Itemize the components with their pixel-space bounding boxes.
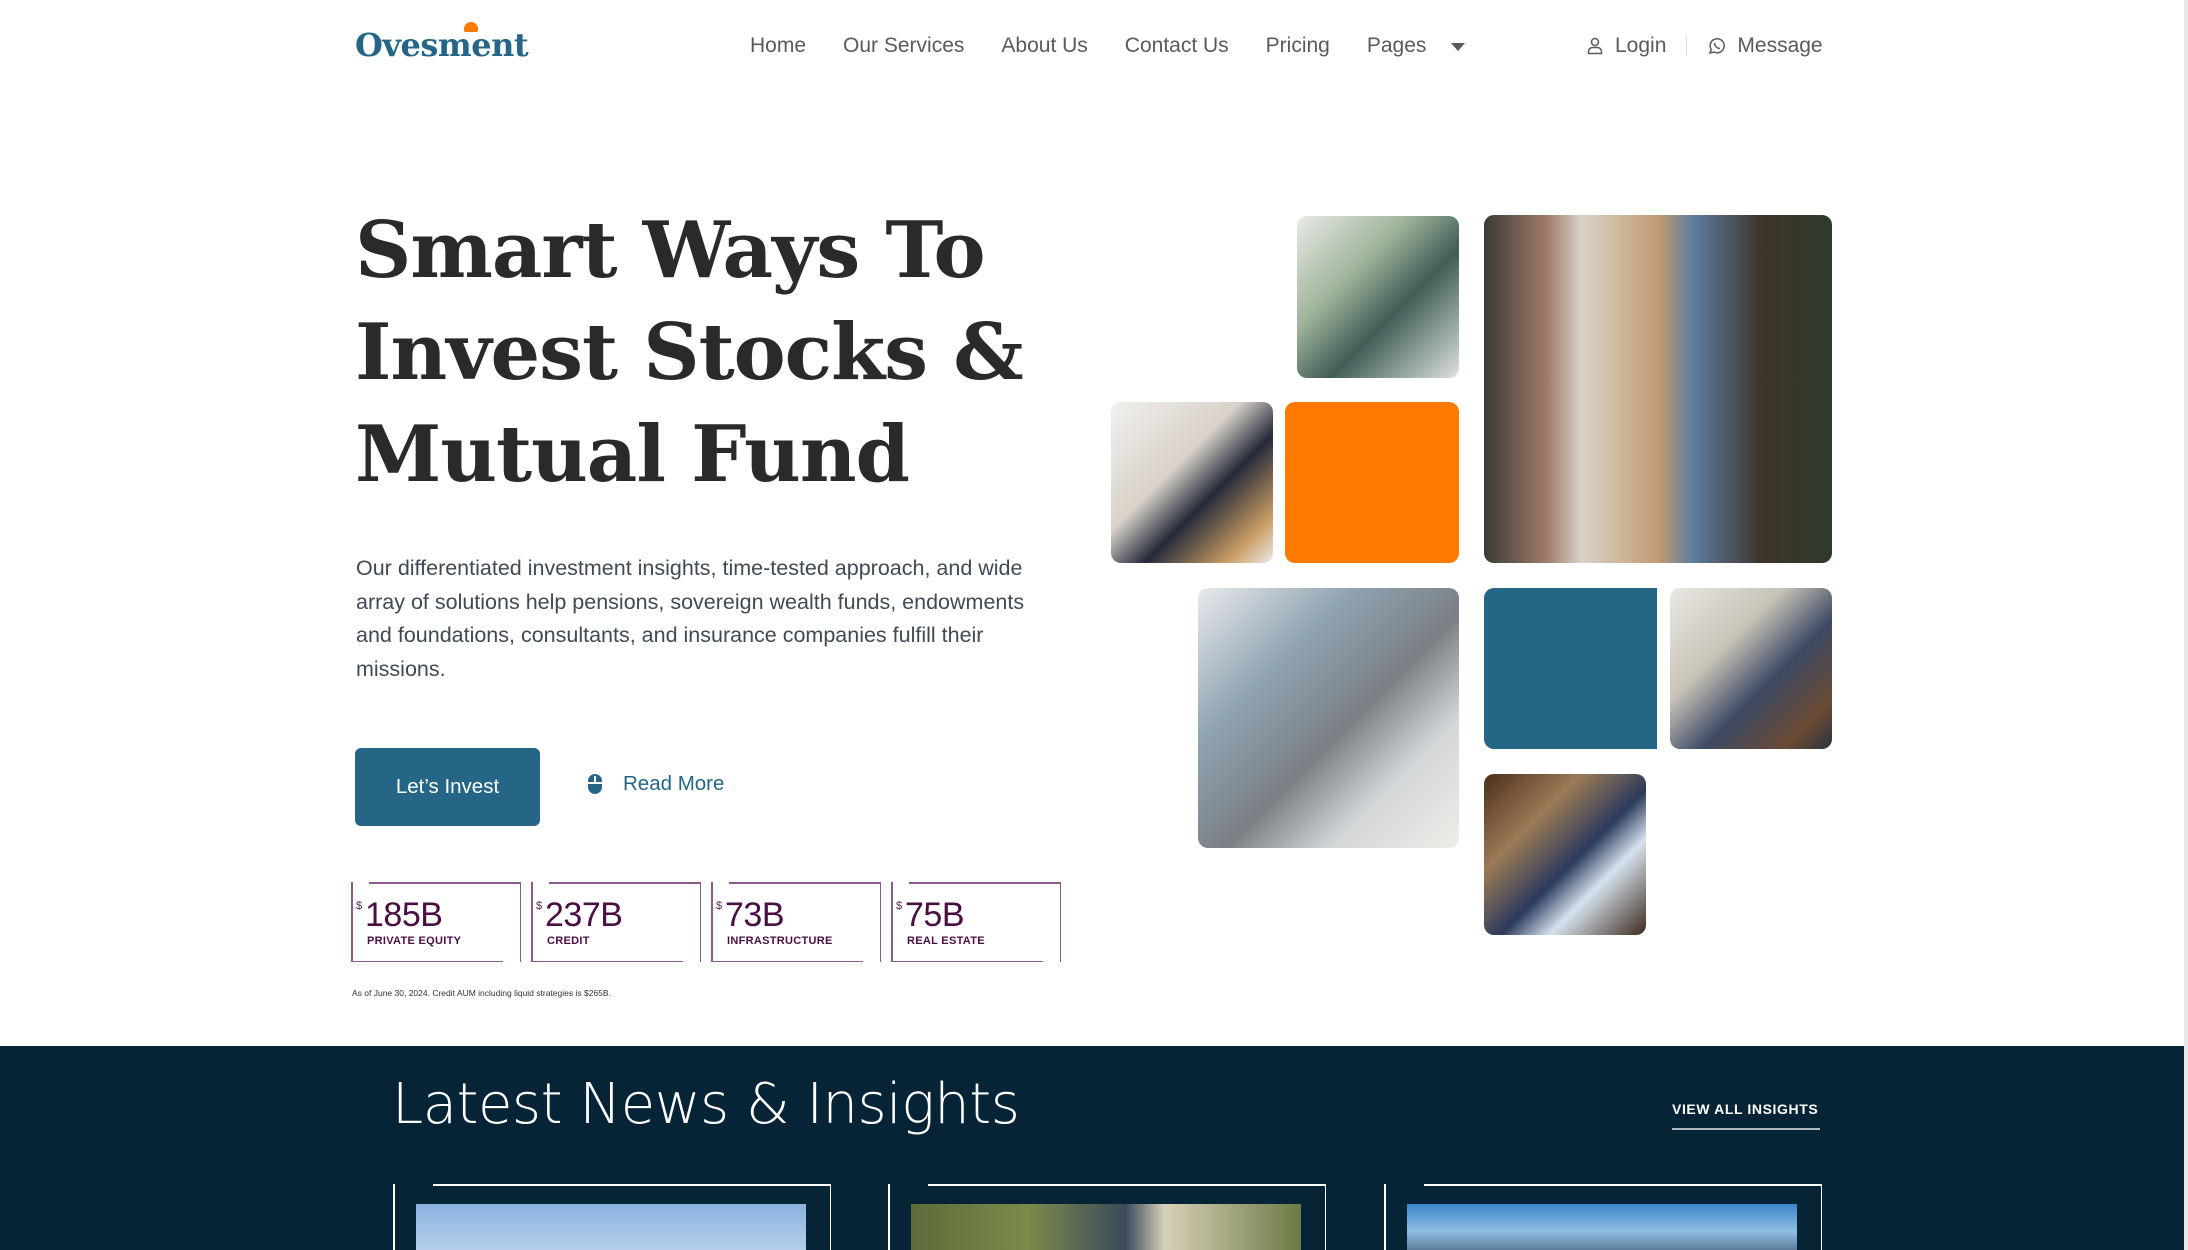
card-border — [1424, 1184, 1822, 1186]
blue-accent-block — [1484, 588, 1657, 749]
stat-label: INFRASTRUCTURE — [727, 935, 833, 947]
header-utilities: Login Message — [1585, 34, 1823, 58]
card-border — [1820, 1184, 1822, 1250]
hero-title: Smart Ways To Invest Stocks & Mutual Fun… — [355, 200, 1055, 506]
main-nav: Home Our Services About Us Contact Us Pr… — [750, 34, 1466, 58]
stat-border — [531, 960, 683, 962]
stat-border — [1059, 882, 1061, 962]
mouse-icon — [588, 774, 602, 794]
stat-currency: $ — [716, 900, 723, 912]
message-link[interactable]: Message — [1707, 34, 1823, 58]
stat-border — [351, 960, 503, 962]
hero-title-line: Mutual Fund — [355, 409, 910, 500]
stat-border — [549, 882, 701, 884]
card-border — [1324, 1184, 1326, 1250]
hero-title-line: Invest Stocks & — [355, 307, 1024, 398]
nav-pages[interactable]: Pages — [1367, 34, 1427, 58]
card-border — [433, 1184, 831, 1186]
site-header: Ovesment Home Our Services About Us Cont… — [0, 0, 2184, 100]
card-border — [888, 1184, 890, 1250]
login-link[interactable]: Login — [1585, 34, 1666, 58]
logo-text: Ovesment — [355, 26, 529, 64]
nav-pricing[interactable]: Pricing — [1266, 34, 1330, 58]
stat-value: 185B — [365, 896, 443, 934]
stat-label: REAL ESTATE — [907, 935, 985, 947]
insight-card[interactable] — [1384, 1184, 1822, 1250]
hero-description: Our differentiated investment insights, … — [356, 556, 1025, 681]
stat-label: PRIVATE EQUITY — [367, 935, 462, 947]
stat-border — [909, 882, 1061, 884]
stat-border — [351, 882, 353, 962]
stat-private-equity: $ 185B PRIVATE EQUITY — [351, 882, 521, 962]
stat-border — [879, 882, 881, 962]
photo-man-in-tan-blazer — [1484, 215, 1832, 563]
stat-real-estate: $ 75B REAL ESTATE — [891, 882, 1061, 962]
stat-currency: $ — [896, 900, 903, 912]
orange-accent-block — [1285, 402, 1459, 563]
insight-card-image[interactable] — [416, 1204, 806, 1250]
card-border — [928, 1184, 1326, 1186]
user-icon — [1587, 37, 1603, 55]
nav-contact-us[interactable]: Contact Us — [1125, 34, 1229, 58]
photo-man-with-glasses-at-desk — [1297, 216, 1459, 378]
stat-border — [711, 882, 713, 962]
stat-border — [369, 882, 521, 884]
stat-value: 237B — [545, 896, 623, 934]
divider — [1686, 36, 1688, 56]
stat-border — [531, 882, 533, 962]
stat-border — [711, 960, 863, 962]
view-all-insights-link[interactable]: VIEW ALL INSIGHTS — [1672, 1101, 1818, 1117]
stat-value: 73B — [725, 896, 785, 934]
stat-infrastructure: $ 73B INFRASTRUCTURE — [711, 882, 881, 962]
whatsapp-icon — [1709, 38, 1726, 55]
card-border — [1384, 1184, 1386, 1250]
stat-label: CREDIT — [547, 935, 590, 947]
stat-value: 75B — [905, 896, 965, 934]
message-label: Message — [1737, 34, 1823, 57]
photo-man-gesturing-in-meeting — [1670, 588, 1832, 749]
read-more-label: Read More — [623, 772, 725, 795]
stat-currency: $ — [356, 900, 363, 912]
stat-border — [519, 882, 521, 962]
caret-down-icon[interactable] — [1451, 43, 1466, 51]
logo[interactable]: Ovesment — [355, 22, 529, 64]
stat-credit: $ 237B CREDIT — [531, 882, 701, 962]
stats-footnote: As of June 30, 2024. Credit AUM includin… — [352, 988, 611, 998]
lets-invest-button[interactable]: Let’s Invest — [355, 748, 540, 826]
insight-card[interactable] — [888, 1184, 1326, 1250]
logo-accent-dot — [464, 22, 478, 32]
nav-about-us[interactable]: About Us — [1001, 34, 1087, 58]
page-scrollbar[interactable] — [2184, 0, 2188, 1250]
stat-currency: $ — [536, 900, 543, 912]
card-border — [829, 1184, 831, 1250]
login-label: Login — [1615, 34, 1667, 57]
photo-man-on-staircase — [1111, 402, 1273, 563]
insight-card-image[interactable] — [1407, 1204, 1797, 1250]
insights-title: Latest News & Insights — [392, 1072, 1020, 1137]
nav-home[interactable]: Home — [750, 34, 806, 58]
insights-section: Latest News & Insights VIEW ALL INSIGHTS — [0, 1046, 2184, 1250]
stat-border — [891, 882, 893, 962]
stat-border — [699, 882, 701, 962]
photo-man-in-grey-suit — [1198, 588, 1459, 848]
stat-border — [891, 960, 1043, 962]
photo-man-in-navy-suit — [1484, 774, 1646, 935]
insight-card-image[interactable] — [911, 1204, 1301, 1250]
hero-title-line: Smart Ways To — [355, 205, 986, 296]
stat-border — [729, 882, 881, 884]
card-border — [393, 1184, 395, 1250]
nav-our-services[interactable]: Our Services — [843, 34, 964, 58]
read-more-button[interactable]: Read More — [588, 772, 724, 796]
aum-stats: $ 185B PRIVATE EQUITY $ 237B CREDIT $ 73… — [351, 882, 1071, 962]
insight-card[interactable] — [393, 1184, 831, 1250]
view-all-underline — [1672, 1128, 1820, 1130]
